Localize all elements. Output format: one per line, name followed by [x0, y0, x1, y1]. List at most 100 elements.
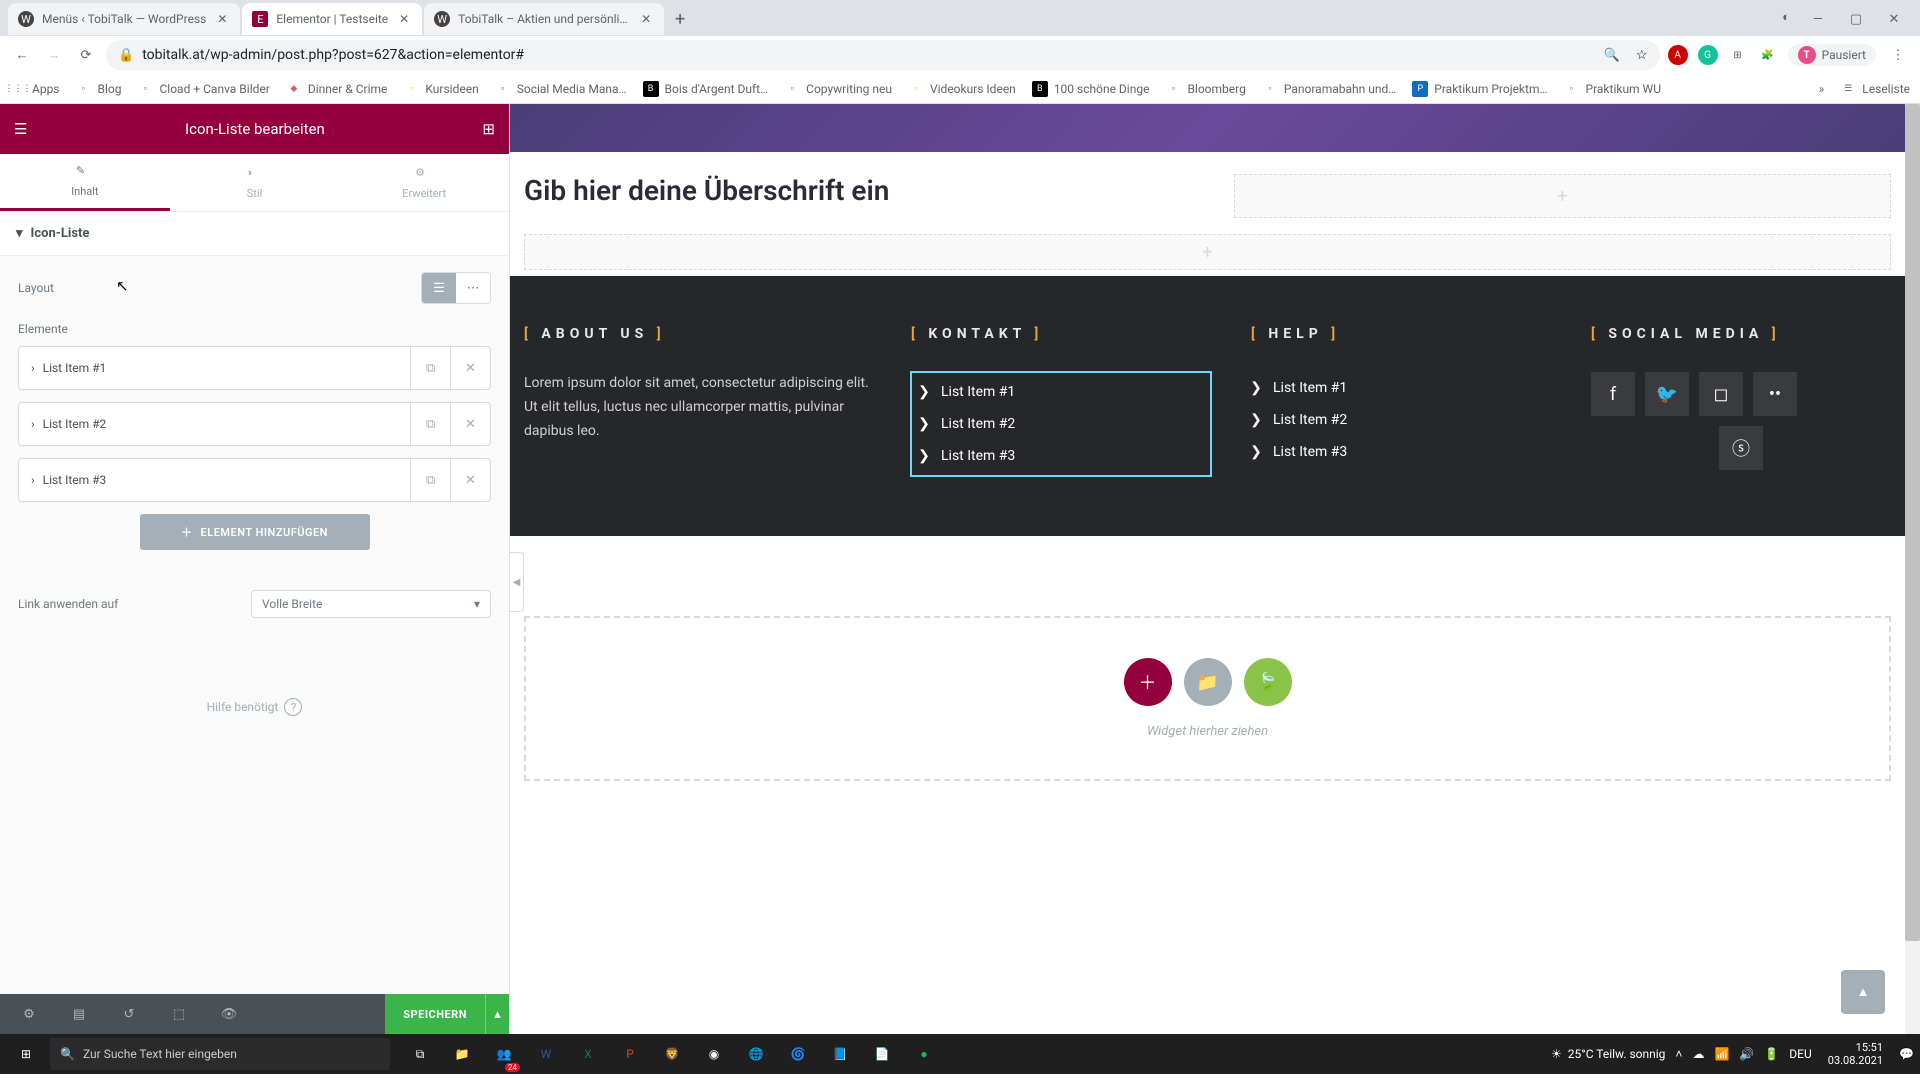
remove-item-button[interactable]: ✕	[450, 458, 490, 502]
icon-list-item[interactable]: ❯List Item #3	[1251, 436, 1551, 468]
widgets-grid-icon[interactable]: ⊞	[482, 120, 495, 138]
hero-section[interactable]	[510, 104, 1905, 152]
close-icon[interactable]: ✕	[396, 11, 412, 27]
link-apply-select[interactable]: Volle Breite ▾	[251, 590, 491, 618]
ext-icon[interactable]: ⊞	[1728, 45, 1748, 65]
start-button[interactable]: ⊞	[6, 1034, 46, 1074]
save-options-button[interactable]: ▴	[485, 994, 509, 1034]
add-item-button[interactable]: ＋ ELEMENT HINZUFÜGEN	[140, 514, 370, 550]
remove-item-button[interactable]: ✕	[450, 346, 490, 390]
bookmark-item[interactable]: PPraktikum Projektm…	[1412, 81, 1547, 97]
tray-chevron-icon[interactable]: ˄	[1675, 1047, 1682, 1061]
bookmark-item[interactable]: B100 schöne Dinge	[1032, 81, 1150, 97]
bookmark-item[interactable]: ▫Kursideen	[403, 81, 478, 97]
bookmark-item[interactable]: ▫Bloomberg	[1165, 81, 1245, 97]
file-explorer-icon[interactable]: 📁	[442, 1034, 482, 1074]
save-button[interactable]: SPEICHERN	[385, 994, 485, 1034]
icon-list-widget-selected[interactable]: ❯List Item #1 ❯List Item #2 ❯List Item #…	[911, 372, 1211, 476]
close-window-button[interactable]: ✕	[1884, 9, 1904, 29]
brave-icon[interactable]: 🦁	[652, 1034, 692, 1074]
bookmarks-overflow[interactable]: »	[1819, 82, 1825, 96]
section-icon-list[interactable]: ▾ Icon-Liste	[0, 212, 509, 256]
add-template-button[interactable]: 📁	[1184, 658, 1232, 706]
onedrive-icon[interactable]: ☁	[1692, 1047, 1704, 1061]
bookmark-item[interactable]: ▫Videokurs Ideen	[908, 81, 1016, 97]
bookmark-item[interactable]: ▫Social Media Mana…	[495, 81, 627, 97]
battery-icon[interactable]: 🔋	[1764, 1047, 1779, 1061]
teams-icon[interactable]: 👥24	[484, 1034, 524, 1074]
history-button[interactable]: ↺	[104, 994, 154, 1034]
layout-horizontal-button[interactable]: ⋯	[456, 273, 490, 303]
reading-list-button[interactable]: ☰Leseliste	[1840, 81, 1910, 97]
bookmark-item[interactable]: ▫Blog	[76, 81, 122, 97]
bookmark-item[interactable]: ▫Copywriting neu	[784, 81, 892, 97]
volume-icon[interactable]: 🔊	[1739, 1047, 1754, 1061]
facebook-icon[interactable]: f	[1591, 372, 1635, 416]
menu-icon[interactable]: ☰	[14, 120, 27, 138]
icon-list-item[interactable]: ❯List Item #1	[919, 376, 1203, 408]
maximize-button[interactable]: ▢	[1846, 9, 1866, 29]
instagram-icon[interactable]: ◻	[1699, 372, 1743, 416]
weather-widget[interactable]: ☀25°C Teilw. sonnig	[1551, 1047, 1665, 1061]
list-item-header[interactable]: › List Item #1	[19, 361, 410, 375]
browser-tab[interactable]: E Elementor | Testseite ✕	[242, 3, 422, 35]
excel-icon[interactable]: X	[568, 1034, 608, 1074]
task-view-button[interactable]: ⧉	[400, 1034, 440, 1074]
icon-list-item[interactable]: ❯List Item #3	[919, 440, 1203, 472]
url-field[interactable]: 🔒 tobitalk.at/wp-admin/post.php?post=627…	[106, 40, 1660, 70]
close-icon[interactable]: ✕	[214, 11, 230, 27]
footer-heading[interactable]: [ ABOUT US ]	[524, 326, 871, 342]
edge-icon[interactable]: 🌀	[778, 1034, 818, 1074]
chrome-icon[interactable]: 🌐	[736, 1034, 776, 1074]
icon-list-item[interactable]: ❯List Item #2	[1251, 404, 1551, 436]
bookmark-item[interactable]: ◆Dinner & Crime	[286, 81, 388, 97]
word-icon[interactable]: W	[526, 1034, 566, 1074]
footer-heading[interactable]: [ HELP ]	[1251, 326, 1551, 342]
preview-button[interactable]: 👁	[204, 994, 254, 1034]
back-button[interactable]: ←	[10, 43, 34, 67]
language-indicator[interactable]: DEU	[1789, 1047, 1811, 1061]
obs-icon[interactable]: ◉	[694, 1034, 734, 1074]
powerpoint-icon[interactable]: P	[610, 1034, 650, 1074]
list-item-header[interactable]: › List Item #3	[19, 473, 410, 487]
footer-heading[interactable]: [ SOCIAL MEDIA ]	[1591, 326, 1891, 342]
collapse-panel-button[interactable]: ◀	[510, 552, 524, 612]
heading-widget[interactable]: Gib hier deine Überschrift ein	[524, 174, 1214, 207]
zoom-icon[interactable]: 🔍	[1604, 48, 1620, 63]
clock[interactable]: 15:51 03.08.2021	[1822, 1041, 1889, 1067]
browser-tab[interactable]: W Menüs ‹ TobiTalk — WordPress ✕	[8, 3, 240, 35]
new-tab-button[interactable]: +	[666, 5, 694, 33]
browser-tab[interactable]: W TobiTalk – Aktien und persönlich… ✕	[424, 3, 664, 35]
add-widget-placeholder[interactable]: +	[1234, 174, 1891, 218]
settings-button[interactable]: ⚙	[4, 994, 54, 1034]
layout-vertical-button[interactable]: ☰	[422, 273, 456, 303]
tab-advanced[interactable]: ⚙ Erweitert	[339, 154, 509, 211]
notepad-icon[interactable]: 📄	[862, 1034, 902, 1074]
bookmark-item[interactable]: ▫Cload + Canva Bilder	[137, 81, 269, 97]
bookmark-apps[interactable]: ⋮⋮⋮Apps	[10, 81, 60, 97]
menu-button[interactable]: ⋮	[1886, 43, 1910, 67]
bookmark-item[interactable]: ▫Panoramabahn und…	[1262, 81, 1396, 97]
icon-list-widget[interactable]: ❯List Item #1 ❯List Item #2 ❯List Item #…	[1251, 372, 1551, 468]
reload-button[interactable]: ⟳	[74, 43, 98, 67]
bookmark-star-icon[interactable]: ☆	[1636, 48, 1648, 63]
bookmark-item[interactable]: ▫Praktikum WU	[1564, 81, 1661, 97]
responsive-button[interactable]: ⬚	[154, 994, 204, 1034]
footer-heading[interactable]: [ KONTAKT ]	[911, 326, 1211, 342]
duplicate-item-button[interactable]: ⧉	[410, 402, 450, 446]
list-item-header[interactable]: › List Item #2	[19, 417, 410, 431]
duplicate-item-button[interactable]: ⧉	[410, 346, 450, 390]
duplicate-item-button[interactable]: ⧉	[410, 458, 450, 502]
spotify-icon[interactable]: ●	[904, 1034, 944, 1074]
grammarly-icon[interactable]: G	[1698, 45, 1718, 65]
close-icon[interactable]: ✕	[638, 11, 654, 27]
500px-icon[interactable]: ⓢ	[1719, 426, 1763, 470]
add-section-button[interactable]: ＋	[1124, 658, 1172, 706]
bookmark-item[interactable]: BBois d'Argent Duft…	[643, 81, 769, 97]
minimize-button[interactable]: —	[1808, 9, 1828, 29]
twitter-icon[interactable]: 🐦	[1645, 372, 1689, 416]
remove-item-button[interactable]: ✕	[450, 402, 490, 446]
envato-templates-button[interactable]: 🍃	[1244, 658, 1292, 706]
profile-paused[interactable]: T Pausiert	[1788, 44, 1876, 66]
flickr-icon[interactable]: ••	[1753, 372, 1797, 416]
